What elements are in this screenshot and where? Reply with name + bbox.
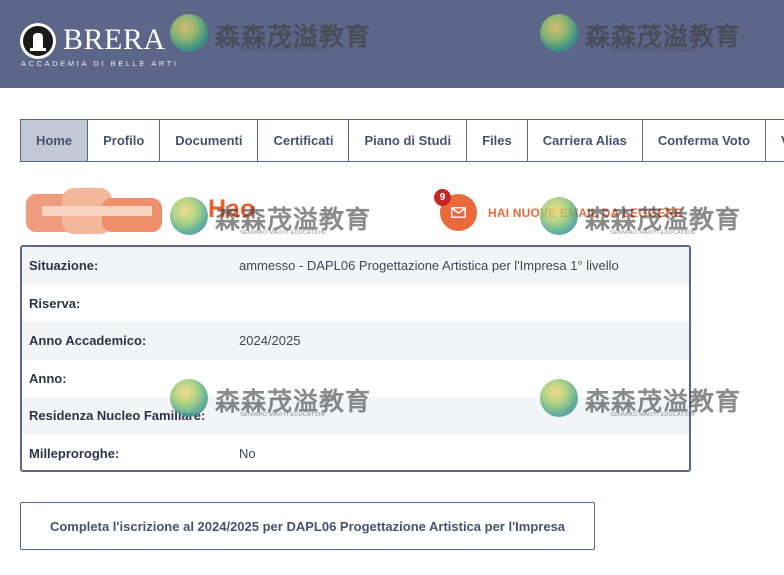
info-label: Situazione: xyxy=(29,258,99,274)
info-row: Milleproroghe: No xyxy=(22,435,689,471)
blurred-brand-logo xyxy=(26,188,162,234)
nav-item-certificati[interactable]: Certificati xyxy=(257,120,349,161)
info-row: Riserva: xyxy=(22,285,689,323)
site-title[interactable]: BRERA xyxy=(63,23,166,57)
info-value: No xyxy=(239,445,256,461)
nav-item-conferma-voto[interactable]: Conferma Voto xyxy=(641,120,766,161)
info-label: Anno Accademico: xyxy=(29,333,147,349)
info-row: Situazione: ammesso - DAPL06 Progettazio… xyxy=(22,247,689,285)
nav-item-files[interactable]: Files xyxy=(466,120,527,161)
nav-item-home[interactable]: Home xyxy=(20,120,88,161)
watermark-logo-icon xyxy=(170,197,208,235)
info-label: Anno: xyxy=(29,370,67,386)
enrollment-info-panel: Situazione: ammesso - DAPL06 Progettazio… xyxy=(20,245,691,472)
info-row: Residenza Nucleo Familiare: xyxy=(22,397,689,435)
brand-fragment-text: Hao xyxy=(208,195,256,223)
watermark-english-text: SENMIAO MAOYI EDUCATION xyxy=(610,230,696,236)
brera-logo-icon[interactable] xyxy=(20,23,56,59)
info-label: Residenza Nucleo Familiare: xyxy=(29,408,206,424)
site-header: BRERA ACCADEMIA DI BELLE ARTI xyxy=(0,0,784,88)
nav-item-carriera-alias[interactable]: Carriera Alias xyxy=(526,120,642,161)
nav-item-profilo[interactable]: Profilo xyxy=(87,120,160,161)
unread-count-badge: 9 xyxy=(434,189,451,206)
envelope-icon xyxy=(451,207,466,218)
info-value: 2024/2025 xyxy=(239,333,301,349)
nav-item-piano-di-studi[interactable]: Piano di Studi xyxy=(348,120,467,161)
nav-item-overflow[interactable]: V xyxy=(765,120,784,161)
watermark-english-text: SENMIAO MAOYI EDUCATION xyxy=(240,230,326,236)
nav-item-documenti[interactable]: Documenti xyxy=(159,120,258,161)
main-nav: Home Profilo Documenti Certificati Piano… xyxy=(20,119,784,162)
new-mail-link[interactable]: HAI NUOVE EMAIL DA LEGGERE xyxy=(488,206,683,220)
info-row: Anno Accademico: 2024/2025 xyxy=(22,322,689,360)
info-value: ammesso - DAPL06 Progettazione Artistica… xyxy=(239,258,619,274)
site-subtitle: ACCADEMIA DI BELLE ARTI xyxy=(21,59,179,68)
complete-enrollment-button[interactable]: Completa l'iscrizione al 2024/2025 per D… xyxy=(20,502,595,550)
info-label: Riserva: xyxy=(29,295,81,311)
info-row: Anno: xyxy=(22,360,689,398)
info-label: Milleproroghe: xyxy=(29,445,120,461)
